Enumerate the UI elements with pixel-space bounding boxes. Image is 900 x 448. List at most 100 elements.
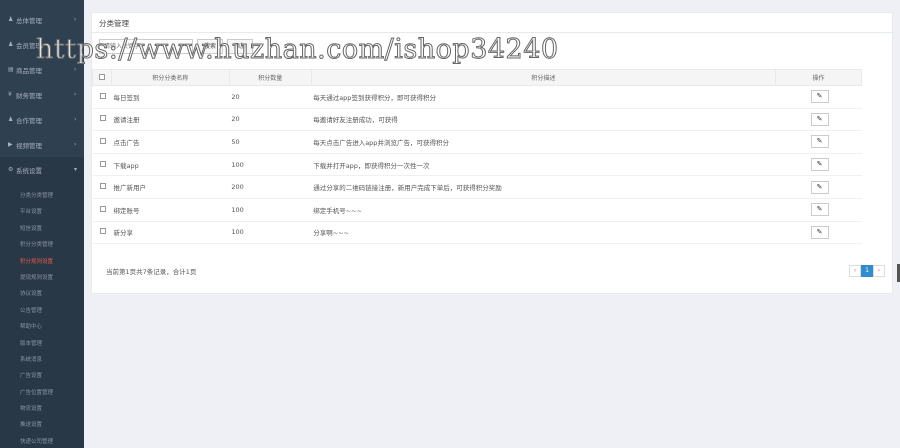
sidebar-subitem[interactable]: 系统消息 <box>0 352 84 368</box>
sidebar-subitem[interactable]: 积分规则设置 <box>0 254 84 270</box>
row-checkbox[interactable] <box>99 137 106 144</box>
card-icon: ▤ <box>8 66 14 73</box>
sidebar-item-label: 合作管理 <box>16 116 42 125</box>
action-cell: ✎ <box>775 108 862 132</box>
pencil-icon: ✎ <box>816 92 823 101</box>
search-input[interactable] <box>99 39 193 54</box>
sidebar-subitem[interactable]: 公告管理 <box>0 303 84 319</box>
points-description: 绑定手机号~~~ <box>311 198 776 222</box>
sidebar-item-label: 系统设置 <box>16 166 42 175</box>
user-icon: ♟ <box>8 16 14 23</box>
table-row: 点击广告 50 每天点击广告进入app并浏览广告，可获得积分 ✎ <box>92 130 862 154</box>
action-cell: ✎ <box>775 153 862 177</box>
row-checkbox-cell <box>92 198 112 222</box>
pencil-icon: ✎ <box>816 137 823 146</box>
search-row: 搜索 添加 <box>99 39 254 54</box>
sidebar-item[interactable]: ¥ 财务管理 › <box>0 82 84 107</box>
next-page-button[interactable]: › <box>873 265 885 277</box>
sidebar-subitem[interactable]: 分类分类管理 <box>0 188 84 204</box>
search-button[interactable]: 搜索 <box>197 39 224 54</box>
points-amount: 100 <box>229 221 312 245</box>
user-icon: ♟ <box>8 41 14 48</box>
category-name: 新分享 <box>111 221 230 245</box>
action-cell: ✎ <box>775 198 862 222</box>
edit-button[interactable]: ✎ <box>810 90 829 104</box>
col-desc-header: 积分描述 <box>310 69 777 86</box>
chevron-right-icon: › <box>74 41 77 48</box>
points-amount: 100 <box>229 198 312 222</box>
sidebar-subitem[interactable]: 短信设置 <box>0 221 84 237</box>
category-name: 邀请注册 <box>111 108 230 132</box>
points-description: 分享啊~~~ <box>311 221 776 245</box>
edit-button[interactable]: ✎ <box>810 158 829 172</box>
row-checkbox[interactable] <box>99 92 106 99</box>
pencil-icon: ✎ <box>816 160 823 169</box>
pencil-icon: ✎ <box>816 227 823 236</box>
points-amount: 50 <box>229 130 312 154</box>
select-all-checkbox[interactable] <box>98 73 105 80</box>
row-checkbox[interactable] <box>99 228 106 235</box>
add-button[interactable]: 添加 <box>227 39 254 54</box>
sidebar-subitem[interactable]: 平台设置 <box>0 204 84 220</box>
action-cell: ✎ <box>775 85 862 109</box>
table-row: 推广新用户 200 通过分享的二维码链接注册，新用户完成下单后，可获得积分奖励 ✎ <box>92 175 862 199</box>
chevron-right-icon: › <box>74 16 77 23</box>
sidebar: ♟ 总体管理 › ♟ 会员管理 › ▤ 商品管理 › ¥ 财务管理 › ♟ 合作管理 › ▶ 视频管理 › ⚙ 系统设… <box>0 0 84 448</box>
col-amount-header: 积分数量 <box>228 69 312 86</box>
edit-button[interactable]: ✎ <box>810 225 829 239</box>
sidebar-subitem[interactable]: 广告位置管理 <box>0 385 84 401</box>
divider <box>92 32 892 33</box>
category-name: 绑定账号 <box>111 198 230 222</box>
sidebar-subitem[interactable]: 物流设置 <box>0 401 84 417</box>
row-checkbox-cell <box>92 175 112 199</box>
prev-page-button[interactable]: ‹ <box>849 265 861 277</box>
row-checkbox-cell <box>92 221 112 245</box>
category-name: 下载app <box>111 153 230 177</box>
edit-button[interactable]: ✎ <box>810 203 829 217</box>
panel-title: 分类管理 <box>99 19 129 28</box>
video-icon: ▶ <box>8 141 13 148</box>
chevron-down-icon: ▾ <box>74 166 78 173</box>
sidebar-item[interactable]: ♟ 总体管理 › <box>0 7 84 32</box>
sidebar-subitem[interactable]: 协议设置 <box>0 286 84 302</box>
row-checkbox-cell <box>92 130 112 154</box>
page-1-button[interactable]: 1 <box>861 265 873 277</box>
sidebar-item[interactable]: ▤ 商品管理 › <box>0 57 84 82</box>
row-checkbox[interactable] <box>99 205 106 212</box>
sidebar-subitem[interactable]: 推送设置 <box>0 417 84 433</box>
sidebar-subitem[interactable]: 帮助中心 <box>0 319 84 335</box>
chevron-right-icon: › <box>74 66 77 73</box>
table-row: 绑定账号 100 绑定手机号~~~ ✎ <box>92 198 862 222</box>
sidebar-item[interactable]: ♟ 会员管理 › <box>0 32 84 57</box>
sidebar-subitem[interactable]: 快递公司管理 <box>0 434 84 448</box>
sidebar-subitem[interactable]: 版本管理 <box>0 336 84 352</box>
chevron-right-icon: › <box>74 91 77 98</box>
pagination: ‹ 1 › <box>849 265 885 277</box>
edit-button[interactable]: ✎ <box>810 112 829 126</box>
sidebar-item-label: 视频管理 <box>16 141 42 150</box>
table-row: 邀请注册 20 每邀请好友注册成功，可获得 ✎ <box>92 108 862 132</box>
sidebar-item[interactable]: ▶ 视频管理 › <box>0 132 84 157</box>
action-cell: ✎ <box>775 221 862 245</box>
sidebar-subitem[interactable]: 广告设置 <box>0 368 84 384</box>
chevron-right-icon: › <box>74 116 77 123</box>
table-row: 下载app 100 下载并打开app，即获得积分一次性一次 ✎ <box>92 153 862 177</box>
pencil-icon: ✎ <box>816 182 823 191</box>
points-amount: 20 <box>229 85 312 109</box>
sidebar-item[interactable]: ♟ 合作管理 › <box>0 107 84 132</box>
record-summary: 当前第1页共7条记录，合计1页 <box>106 268 197 276</box>
row-checkbox[interactable] <box>99 183 106 190</box>
sidebar-subitem[interactable]: 积分分类管理 <box>0 237 84 253</box>
sidebar-item[interactable]: ⚙ 系统设置 ▾ <box>0 157 84 182</box>
sidebar-item-label: 财务管理 <box>16 91 42 100</box>
table-header-row: 积分分类名称 积分数量 积分描述 操作 <box>92 69 862 86</box>
sidebar-item-label: 商品管理 <box>16 66 42 75</box>
sidebar-subitem[interactable]: 提现规则设置 <box>0 270 84 286</box>
edit-button[interactable]: ✎ <box>810 135 829 149</box>
edit-button[interactable]: ✎ <box>810 180 829 194</box>
settings-icon: ⚙ <box>8 166 14 173</box>
row-checkbox[interactable] <box>99 160 106 167</box>
row-checkbox[interactable] <box>99 115 106 122</box>
points-description: 每邀请好友注册成功，可获得 <box>311 108 776 132</box>
sidebar-item-label: 总体管理 <box>16 16 42 25</box>
